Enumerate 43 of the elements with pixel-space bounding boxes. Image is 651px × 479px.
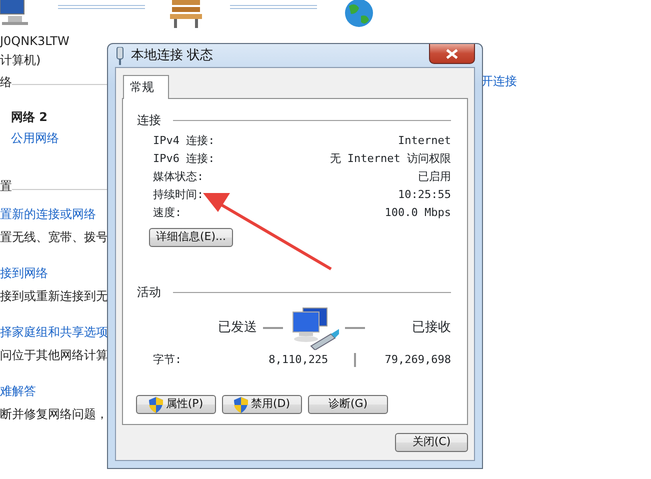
task-link[interactable]: 难解答 [0, 384, 36, 398]
globe-icon [343, 0, 375, 28]
section-heading: 络 [0, 75, 12, 90]
group-heading: 连接 [137, 112, 161, 129]
task-link[interactable]: 接到网络 [0, 266, 48, 280]
field-value: Internet [398, 132, 451, 149]
field-value: 已启用 [418, 168, 451, 185]
network-adapter-icon [115, 46, 125, 64]
close-dialog-button[interactable]: 关闭(C) [395, 433, 468, 452]
field-value: 100.0 Mbps [384, 204, 451, 221]
dialog-button[interactable]: 诊断(G) [308, 395, 388, 414]
sent-label: 已发送 [218, 319, 257, 338]
device-label: 计算机) [0, 53, 41, 68]
received-bytes: 79,269,698 [384, 352, 451, 368]
task-description: 接到或重新连接到无 [0, 289, 108, 304]
tab[interactable]: 常规 [123, 75, 169, 99]
section-heading: 置 [0, 179, 12, 194]
details-button[interactable]: 详细信息(E)... [149, 228, 234, 247]
group-heading: 活动 [137, 284, 161, 301]
dialog-button[interactable]: 属性(P) [136, 395, 216, 414]
task-description: 置无线、宽带、拨号 [0, 230, 108, 244]
computer-icon [0, 0, 30, 26]
close-button[interactable] [429, 44, 475, 64]
close-icon [446, 48, 458, 58]
field-value: 10:25:55 [398, 186, 451, 203]
field-label: 速度: [153, 204, 182, 221]
task-description: 问位于其他网络计算 [0, 348, 108, 362]
sent-bytes: 8,110,225 [268, 352, 328, 368]
task-link[interactable]: 置新的连接或网络 [0, 207, 96, 222]
field-label: 持续时间: [153, 186, 204, 203]
task-description: 断并修复网络问题， [0, 407, 108, 422]
field-value: 无 Internet 访问权限 [330, 150, 451, 167]
field-label: 媒体状态: [153, 168, 204, 185]
network-name: 网络 2 [11, 110, 48, 124]
field-label: IPv6 连接: [153, 150, 215, 167]
received-label: 已接收 [412, 319, 451, 338]
bytes-label: 字节: [153, 352, 182, 368]
bench-icon [170, 0, 202, 28]
task-link[interactable]: 择家庭组和共享选项 [0, 325, 108, 340]
network-type-link[interactable]: 公用网络 [11, 131, 59, 146]
window-title: 本地连接 状态 [131, 46, 214, 65]
field-label: IPv4 连接: [153, 132, 215, 149]
dialog-button[interactable]: 禁用(D) [222, 395, 302, 414]
